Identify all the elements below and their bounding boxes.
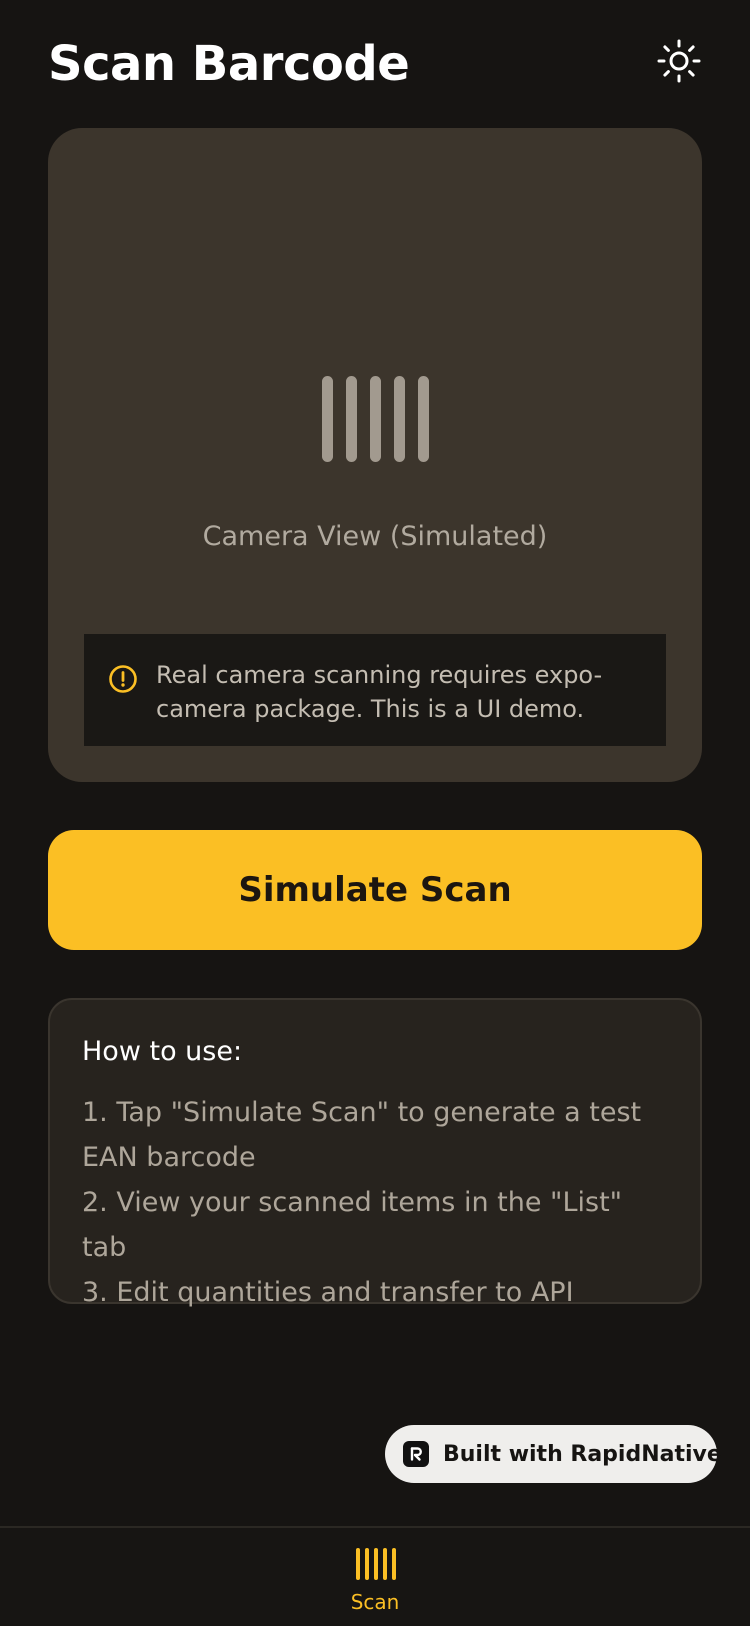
camera-notice: Real camera scanning requires expo-camer… — [84, 634, 666, 746]
tab-scan[interactable]: Scan — [325, 1548, 425, 1626]
help-step: 2. View your scanned items in the "List"… — [82, 1187, 623, 1263]
barcode-icon — [356, 1548, 396, 1580]
camera-view: Camera View (Simulated) Real camera scan… — [48, 128, 702, 782]
tab-scan-label: Scan — [350, 1590, 400, 1614]
page-title: Scan Barcode — [48, 36, 410, 92]
simulate-scan-button[interactable]: Simulate Scan — [48, 830, 702, 950]
help-step: 1. Tap "Simulate Scan" to generate a tes… — [82, 1097, 642, 1173]
sun-icon — [657, 39, 701, 83]
alert-circle-icon — [109, 665, 137, 693]
camera-notice-text: Real camera scanning requires expo-camer… — [156, 661, 603, 723]
camera-view-label: Camera View (Simulated) — [202, 521, 548, 552]
theme-toggle-button[interactable] — [656, 38, 702, 84]
barcode-icon — [48, 376, 702, 462]
built-with-rapidnative-badge[interactable]: Built with RapidNative — [385, 1425, 722, 1483]
rapidnative-logo-icon — [403, 1441, 429, 1467]
badge-label: Built with RapidNative — [443, 1441, 722, 1467]
help-card: How to use: 1. Tap "Simulate Scan" to ge… — [48, 998, 702, 1308]
help-step: 3. Edit quantities and transfer to API — [82, 1277, 574, 1308]
help-title: How to use: — [82, 1036, 243, 1067]
bottom-tab-bar: Scan — [0, 1526, 750, 1624]
header: Scan Barcode — [48, 30, 702, 100]
